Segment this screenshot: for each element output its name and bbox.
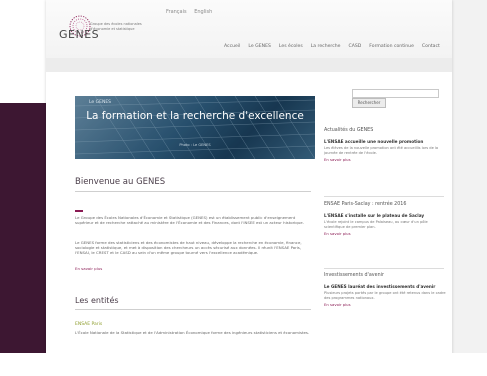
header-band [46,58,452,72]
welcome-heading: Bienvenue au GENES [75,177,166,187]
banner-title: La formation et la recherche d'excellenc… [86,110,304,122]
sidebar-divider [324,196,444,197]
sidebar-investments-text: Plusieurs projets portés par le groupe o… [324,291,446,300]
website-frame: GENES Groupe des écoles nationales d'éco… [46,0,452,376]
sidebar-saclay-title[interactable]: L'ENSAE s'installe sur le plateau de Sac… [324,213,446,218]
sidebar-section-heading: Investissements d'avenir [324,273,384,278]
sidebar-news-title[interactable]: L'ENSAE accueille une nouvelle promotion [324,139,446,144]
logo-tagline: Groupe des écoles nationales d'économie … [90,22,142,31]
search-button[interactable]: Rechercher [352,98,386,108]
banner-caption: Photo : Le GENES [179,143,211,147]
sidebar-saclay-text: L'école rejoint le campus de Palaiseau, … [324,220,428,229]
banner-tag: Le GENES [89,100,112,105]
sidebar-news: Actualités du GENES L'ENSAE accueille un… [324,128,446,162]
sidebar-section-heading: ENSAE Paris-Saclay : rentrée 2016 [324,202,407,207]
main-nav: Accueil Le GENES Les écoles La recherche… [224,44,440,49]
search-input[interactable] [352,89,439,98]
entities-divider [75,309,311,310]
welcome-divider [75,191,311,192]
more-link[interactable]: En savoir plus [75,266,102,271]
background-bottom-strip [0,353,487,376]
sidebar-investments-link[interactable]: En savoir plus [324,302,446,307]
intro-paragraph: Le Groupe des Écoles Nationales d'Économ… [75,215,304,225]
background-right-panel [452,0,487,376]
entity-description: L'École Nationale de la Statistique et d… [75,330,310,335]
nav-item-accueil[interactable]: Accueil [224,44,240,49]
hero-banner[interactable]: Le GENES La formation et la recherche d'… [75,96,315,159]
nav-item-casd[interactable]: CASD [348,44,361,49]
sidebar-news-link[interactable]: En savoir plus [324,157,446,162]
entity-name[interactable]: ENSAE Paris [75,322,102,327]
language-switcher: Français English [166,9,218,15]
building-facade-image [75,96,315,159]
background-left-panel [0,103,46,353]
sidebar-investments: Investissements d'avenir Le GENES lauréa… [324,273,446,307]
sidebar-divider [324,268,444,269]
accent-bar [75,210,83,212]
site-header: GENES Groupe des écoles nationales d'éco… [46,0,452,72]
sidebar-section-heading: Actualités du GENES [324,128,374,133]
nav-item-formation-continue[interactable]: Formation continue [369,44,414,49]
nav-item-contact[interactable]: Contact [422,44,440,49]
sidebar-saclay: ENSAE Paris-Saclay : rentrée 2016 L'ENSA… [324,202,446,236]
nav-item-les-ecoles[interactable]: Les écoles [279,44,303,49]
entities-heading: Les entités [75,296,119,305]
sidebar-investments-title[interactable]: Le GENES lauréat des investissements d'a… [324,284,446,289]
body-paragraph: Le GENES forme des statisticiens et des … [75,240,302,255]
nav-item-la-recherche[interactable]: La recherche [311,44,341,49]
sidebar-saclay-link[interactable]: En savoir plus [324,231,446,236]
lang-link-en[interactable]: English [194,9,212,15]
nav-item-le-genes[interactable]: Le GENES [248,44,270,49]
sidebar-news-text: Les élèves de la nouvelle promotion ont … [324,146,439,155]
lang-link-fr[interactable]: Français [166,9,187,15]
